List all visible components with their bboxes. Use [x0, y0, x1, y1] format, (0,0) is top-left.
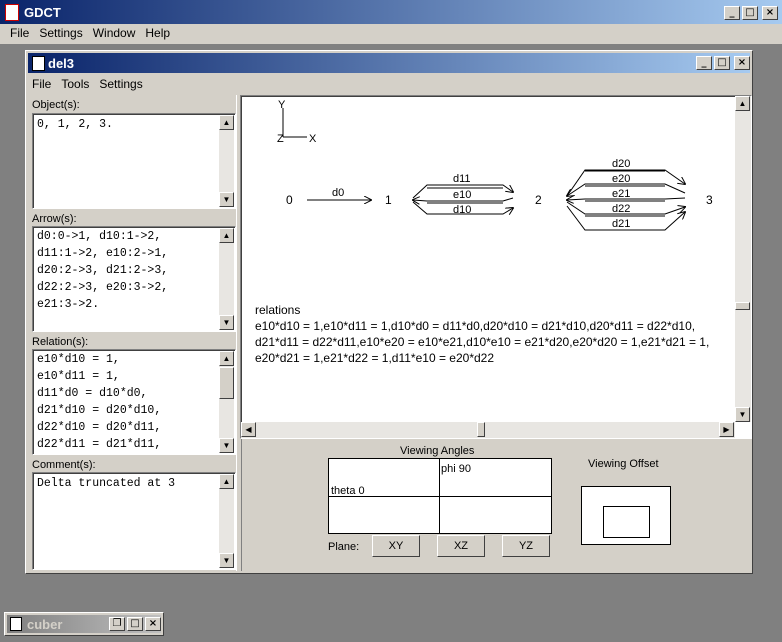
comments-scrollbar[interactable]: ▲ ▼ — [219, 474, 234, 568]
plane-label: Plane: — [328, 541, 360, 553]
window-maximize-button[interactable]: □ — [714, 56, 730, 70]
del3-window: del3 _ □ × File Tools Settings Object(s): … — [25, 50, 753, 574]
y-axis-label: Y — [278, 99, 286, 111]
window-close-button[interactable]: × — [734, 56, 750, 70]
cuber-title: cuber — [27, 617, 63, 632]
canvas-hscroll-thumb[interactable] — [477, 422, 485, 437]
theta-value: theta 0 — [331, 485, 365, 497]
cuber-maximize-button[interactable]: □ — [127, 617, 143, 631]
arrow-d20-label: d20 — [612, 158, 630, 170]
app-menubar: File Settings Window Help — [10, 26, 180, 44]
node-2: 2 — [535, 193, 542, 207]
relations-text: e10*d10 = 1, e10*d11 = 1, d11*d0 = d10*d… — [37, 353, 162, 451]
app-title: GDCT — [24, 5, 61, 20]
node-1: 1 — [385, 193, 392, 207]
relations-scrollbar[interactable]: ▲ ▼ — [219, 351, 234, 453]
relations-textarea[interactable]: e10*d10 = 1, e10*d11 = 1, d11*d0 = d10*d… — [32, 349, 236, 455]
del3-menu-file[interactable]: File — [32, 77, 51, 91]
canvas-vscrollbar[interactable]: ▲ ▼ — [735, 96, 751, 422]
cuber-restore-button[interactable]: ❐ — [109, 617, 125, 631]
arrows-label: Arrow(s): — [32, 213, 77, 225]
arrows-scrollbar[interactable]: ▲ ▼ — [219, 228, 234, 330]
objects-scrollbar[interactable]: ▲ ▼ — [219, 115, 234, 207]
menu-help[interactable]: Help — [145, 26, 170, 40]
objects-label: Object(s): — [32, 99, 80, 111]
del3-menu-settings[interactable]: Settings — [99, 77, 142, 91]
arrow-d10-label: d10 — [453, 204, 471, 216]
viewing-offset-pad[interactable] — [581, 486, 671, 545]
cuber-close-button[interactable]: × — [145, 617, 161, 631]
del3-titlebar: del3 _ □ × — [28, 53, 750, 73]
arrow-d22-label: d22 — [612, 203, 630, 215]
diagram-canvas[interactable]: Y Z X 0 1 2 3 d0 d11 e10 d10 d20 e20 e21… — [240, 95, 752, 439]
comments-label: Comment(s): — [32, 459, 96, 471]
menu-file[interactable]: File — [10, 26, 29, 40]
app-titlebar: GDCT _ □ × — [0, 0, 782, 24]
relations-label: Relation(s): — [32, 336, 89, 348]
menu-window[interactable]: Window — [93, 26, 136, 40]
plane-yz-button[interactable]: YZ — [502, 535, 550, 557]
node-0: 0 — [286, 193, 293, 207]
relations-line-2: d21*d11 = d22*d11,e10*e20 = e10*e21,d10*… — [255, 335, 709, 349]
window-minimize-button[interactable]: _ — [696, 56, 712, 70]
del3-menu-tools[interactable]: Tools — [61, 77, 89, 91]
objects-textarea[interactable]: 0, 1, 2, 3. ▲ ▼ — [32, 113, 236, 209]
left-panel: Object(s): 0, 1, 2, 3. ▲ ▼ Arrow(s): d0:0… — [28, 95, 236, 571]
arrow-e10-label: e10 — [453, 189, 471, 201]
objects-text: 0, 1, 2, 3. — [37, 118, 113, 131]
java-icon — [5, 4, 19, 21]
minimized-cuber-window[interactable]: cuber ❐ □ × — [4, 612, 164, 636]
arrow-d11-label: d11 — [453, 173, 471, 185]
relations-line-1: e10*d10 = 1,e10*d11 = 1,d10*d0 = d11*d0,… — [255, 319, 695, 333]
viewing-angles-pad[interactable]: phi 90 theta 0 — [328, 458, 552, 534]
comments-textarea[interactable]: Delta truncated at 3 ▲ ▼ — [32, 472, 236, 570]
arrow-e21-label: e21 — [612, 188, 630, 200]
viewing-offset-label: Viewing Offset — [588, 458, 659, 470]
del3-menubar: File Tools Settings — [32, 77, 153, 91]
cuber-window-icon — [10, 617, 22, 631]
maximize-button[interactable]: □ — [742, 6, 758, 20]
comments-text: Delta truncated at 3 — [37, 477, 176, 490]
canvas-hscrollbar[interactable]: ◀ ▶ — [241, 422, 735, 438]
viewing-angles-label: Viewing Angles — [400, 445, 475, 457]
arrow-d21-label: d21 — [612, 218, 630, 230]
z-axis-label: Z — [277, 133, 284, 145]
arrows-text: d0:0->1, d10:1->2, d11:1->2, e10:2->1, d… — [37, 230, 169, 311]
node-3: 3 — [706, 193, 713, 207]
x-axis-label: X — [309, 133, 317, 145]
diagram-svg: Y Z X 0 1 2 3 d0 d11 e10 d10 d20 e20 e21… — [255, 99, 713, 365]
window-title: del3 — [48, 56, 75, 71]
canvas-vscroll-thumb[interactable] — [735, 302, 750, 310]
minimize-button[interactable]: _ — [724, 6, 740, 20]
relations-title: relations — [255, 303, 300, 317]
plane-xy-button[interactable]: XY — [372, 535, 420, 557]
offset-viewport-rect[interactable] — [603, 506, 650, 538]
close-button[interactable]: × — [762, 6, 778, 20]
menu-settings[interactable]: Settings — [39, 26, 82, 40]
cuber-titlebar: cuber ❐ □ × — [7, 615, 161, 633]
arrow-e20-label: e20 — [612, 173, 630, 185]
plane-xz-button[interactable]: XZ — [437, 535, 485, 557]
arrows-textarea[interactable]: d0:0->1, d10:1->2, d11:1->2, e10:2->1, d… — [32, 226, 236, 332]
relations-scroll-thumb[interactable] — [219, 367, 234, 399]
relations-line-3: e20*d21 = 1,e21*d22 = 1,d11*e10 = e20*d2… — [255, 351, 494, 365]
window-icon — [32, 56, 45, 71]
arrow-d0-label: d0 — [332, 187, 344, 199]
phi-value: phi 90 — [441, 463, 471, 475]
